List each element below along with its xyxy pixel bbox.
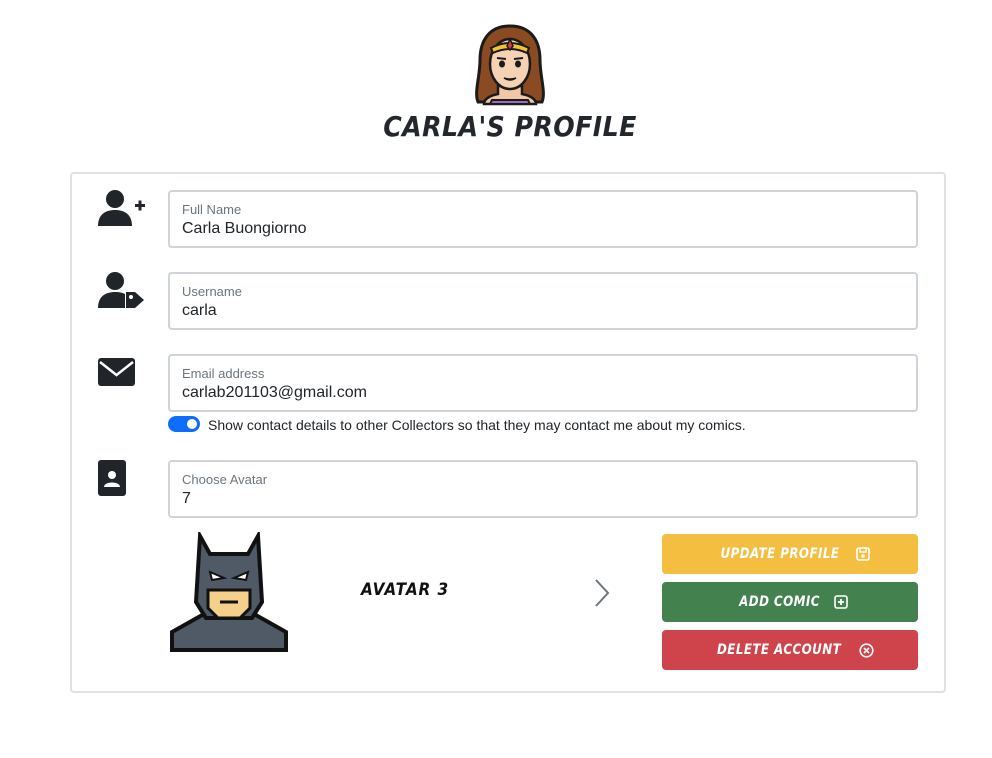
email-label: Email address [182,366,265,381]
delete-account-label: Delete Account [717,642,842,658]
choose-avatar-field[interactable]: Choose Avatar 7 [168,460,918,518]
avatar-name: Avatar 3 [360,580,450,600]
username-value[interactable]: carla [182,302,217,320]
envelope-icon [98,358,135,386]
page-title: Carla's Profile [383,110,637,143]
chevron-right-icon[interactable] [590,576,614,610]
full-name-field[interactable]: Full Name Carla Buongiorno [168,190,918,248]
full-name-label: Full Name [182,202,242,217]
user-plus-icon [98,190,145,226]
username-label: Username [182,284,242,299]
username-field[interactable]: Username carla [168,272,918,330]
x-circle-icon [858,642,874,658]
delete-account-button[interactable]: Delete Account [662,630,918,670]
wonder-woman-avatar-icon [475,24,545,106]
show-contact-label: Show contact details to other Collectors… [208,417,746,433]
contact-card-icon [98,460,126,496]
email-value[interactable]: carlab201103@gmail.com [182,384,367,402]
batman-avatar-icon [170,532,288,652]
user-tag-icon [98,272,144,308]
add-comic-button[interactable]: Add Comic [662,582,918,622]
save-icon [856,547,870,561]
show-contact-toggle[interactable] [168,416,200,432]
add-comic-label: Add Comic [739,594,821,610]
plus-square-icon [833,595,848,609]
email-field[interactable]: Email address carlab201103@gmail.com [168,354,918,412]
update-profile-label: Update Profile [720,546,840,562]
full-name-value[interactable]: Carla Buongiorno [182,220,307,238]
toggle-knob [187,419,197,429]
choose-avatar-label: Choose Avatar [182,472,268,487]
update-profile-button[interactable]: Update Profile [662,534,918,574]
choose-avatar-value[interactable]: 7 [182,490,191,508]
profile-page: Carla's Profile Full Name Carla Buongior… [0,0,992,758]
